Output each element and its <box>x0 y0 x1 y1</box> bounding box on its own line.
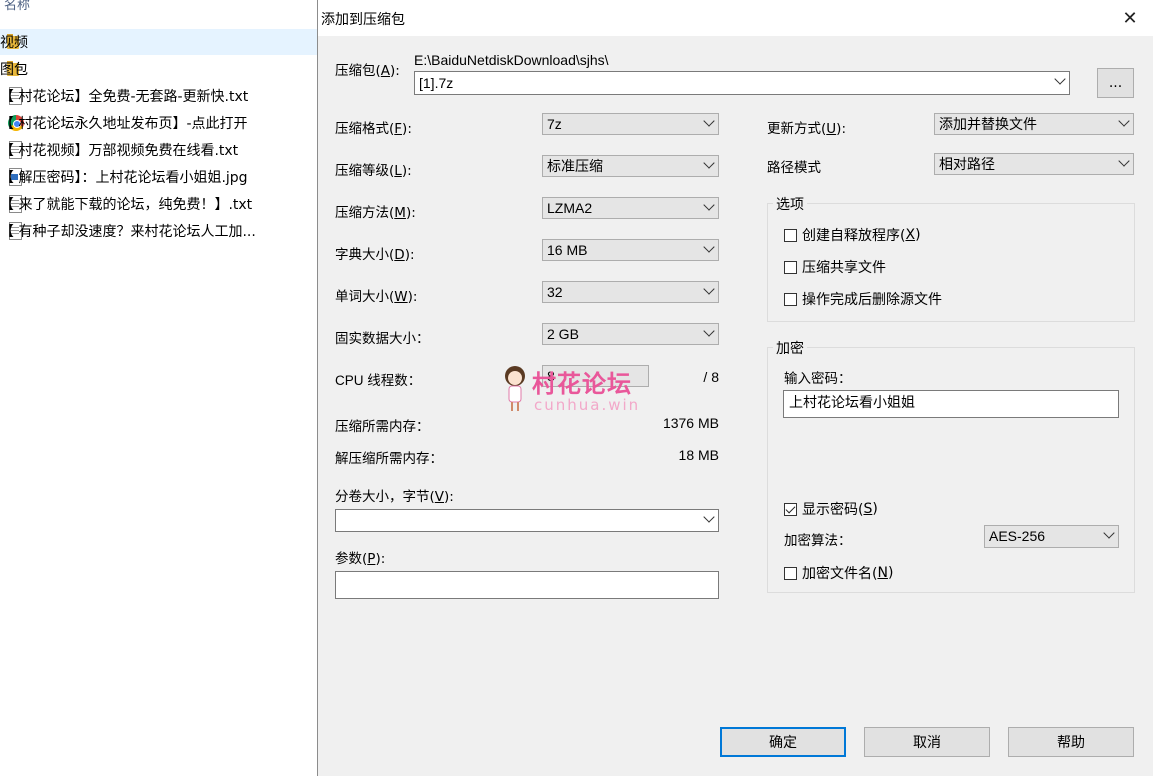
level-label: 压缩等级(L): <box>335 163 412 179</box>
parameters-label: 参数(P): <box>335 551 386 567</box>
ok-button[interactable]: 确定 <box>720 727 846 757</box>
archive-name-combo[interactable]: [1].7z <box>414 71 1070 95</box>
checkbox-box[interactable] <box>784 292 797 306</box>
chevron-down-icon <box>1054 73 1066 85</box>
parameters-input[interactable] <box>335 571 719 599</box>
word-size-label: 单词大小(W): <box>335 289 418 305</box>
cancel-button[interactable]: 取消 <box>864 727 990 757</box>
chevron-down-icon <box>703 325 715 337</box>
file-name: 【 有种子却没速度？来村花论坛人工加... <box>0 224 256 240</box>
help-button[interactable]: 帮助 <box>1008 727 1134 757</box>
encryption-group-title: 加密 <box>773 338 807 358</box>
cpu-threads-select[interactable]: 8 <box>542 365 649 387</box>
file-explorer: 名称 视频 图包 【 村花论坛】全免费-无套路-更新快.txt 【 村花论坛永久… <box>0 0 318 776</box>
compress-shared-checkbox[interactable]: 压缩共享文件 <box>784 257 886 277</box>
dictionary-label: 字典大小(D): <box>335 247 415 263</box>
chevron-down-icon <box>703 241 715 253</box>
chevron-down-icon <box>703 199 715 211</box>
browse-button[interactable]: ... <box>1097 68 1134 98</box>
file-name: 【 来了就能下载的论坛，纯免费！】.txt <box>0 197 253 213</box>
update-mode-select[interactable]: 添加并替换文件 <box>934 113 1134 135</box>
add-to-archive-dialog: 添加到压缩包 ✕ 压缩包(A): E:\BaiduNetdiskDownload… <box>317 0 1153 776</box>
method-select[interactable]: LZMA2 <box>542 197 719 219</box>
volume-size-label: 分卷大小，字节(V): <box>335 489 454 505</box>
encryption-method-label: 加密算法： <box>784 533 852 549</box>
decompress-memory-label: 解压缩所需内存： <box>335 451 443 467</box>
encrypt-filenames-checkbox[interactable]: 加密文件名(N) <box>784 563 893 583</box>
compress-memory-value: 1376 MB <box>662 415 719 431</box>
volume-size-combo[interactable] <box>335 509 719 532</box>
options-group-title: 选项 <box>773 194 807 214</box>
method-label: 压缩方法(M): <box>335 205 416 221</box>
archive-name-value[interactable]: [1].7z <box>419 75 453 91</box>
create-sfx-checkbox[interactable]: 创建自释放程序(X) <box>784 225 921 245</box>
file-row[interactable]: 【 村花论坛永久地址发布页】-点此打开 <box>0 110 318 136</box>
chevron-down-icon <box>703 157 715 169</box>
word-size-select[interactable]: 32 <box>542 281 719 303</box>
path-mode-select[interactable]: 相对路径 <box>934 153 1134 175</box>
file-row[interactable]: 【 村花视频】万部视频免费在线看.txt <box>0 137 318 163</box>
delete-after-checkbox[interactable]: 操作完成后删除源文件 <box>784 289 942 309</box>
solid-size-label: 固实数据大小： <box>335 331 430 347</box>
encryption-method-select[interactable]: AES-256 <box>984 525 1119 548</box>
archive-directory: E:\BaiduNetdiskDownload\sjhs\ <box>414 52 609 68</box>
format-label: 压缩格式(F): <box>335 121 412 137</box>
archive-label: 压缩包(A): <box>335 63 400 79</box>
checkbox-box[interactable] <box>784 260 797 274</box>
show-password-checkbox[interactable]: 显示密码(S) <box>784 499 878 519</box>
dictionary-select[interactable]: 16 MB <box>542 239 719 261</box>
cpu-threads-total: / 8 <box>703 369 719 385</box>
file-row[interactable]: 【 村花论坛】全免费-无套路-更新快.txt <box>0 83 318 109</box>
solid-size-select[interactable]: 2 GB <box>542 323 719 345</box>
file-name: 【 村花论坛永久地址发布页】-点此打开 <box>0 116 248 132</box>
file-row[interactable]: 视频 <box>0 29 318 55</box>
file-name: 【 村花论坛】全免费-无套路-更新快.txt <box>0 89 249 105</box>
cpu-threads-label: CPU 线程数： <box>335 373 422 388</box>
level-select[interactable]: 标准压缩 <box>542 155 719 177</box>
column-name-header[interactable]: 名称 <box>4 0 30 13</box>
chevron-down-icon <box>703 283 715 295</box>
close-button[interactable]: ✕ <box>1107 0 1153 36</box>
file-name: 视频 <box>0 35 28 51</box>
chevron-down-icon <box>1118 115 1130 127</box>
file-name: 图包 <box>0 62 28 78</box>
chevron-down-icon <box>703 115 715 127</box>
file-name: 【 村花视频】万部视频免费在线看.txt <box>0 143 239 159</box>
password-input[interactable]: 上村花论坛看小姐姐 <box>783 390 1119 418</box>
column-header: 名称 <box>0 0 318 14</box>
compress-memory-label: 压缩所需内存： <box>335 419 430 435</box>
decompress-memory-value: 18 MB <box>678 447 719 463</box>
file-name: 【 解压密码】：上村花论坛看小姐姐.jpg <box>0 170 248 186</box>
file-row[interactable]: 图包 <box>0 56 318 82</box>
chevron-down-icon <box>1103 527 1115 539</box>
checkbox-box[interactable] <box>784 228 797 242</box>
checkbox-box[interactable] <box>784 502 797 516</box>
path-mode-label: 路径模式 <box>767 160 821 176</box>
chevron-down-icon <box>703 511 715 523</box>
file-row[interactable]: 【 来了就能下载的论坛，纯免费！】.txt <box>0 191 318 217</box>
update-mode-label: 更新方式(U): <box>767 121 846 137</box>
dialog-title: 添加到压缩包 <box>321 12 405 28</box>
password-label: 输入密码： <box>784 371 852 387</box>
file-row[interactable]: 【 解压密码】：上村花论坛看小姐姐.jpg <box>0 164 318 190</box>
format-select[interactable]: 7z <box>542 113 719 135</box>
file-row[interactable]: 【 有种子却没速度？来村花论坛人工加... <box>0 218 318 244</box>
chevron-down-icon <box>1118 155 1130 167</box>
title-bar[interactable]: 添加到压缩包 ✕ <box>318 0 1153 36</box>
checkbox-box[interactable] <box>784 566 797 580</box>
